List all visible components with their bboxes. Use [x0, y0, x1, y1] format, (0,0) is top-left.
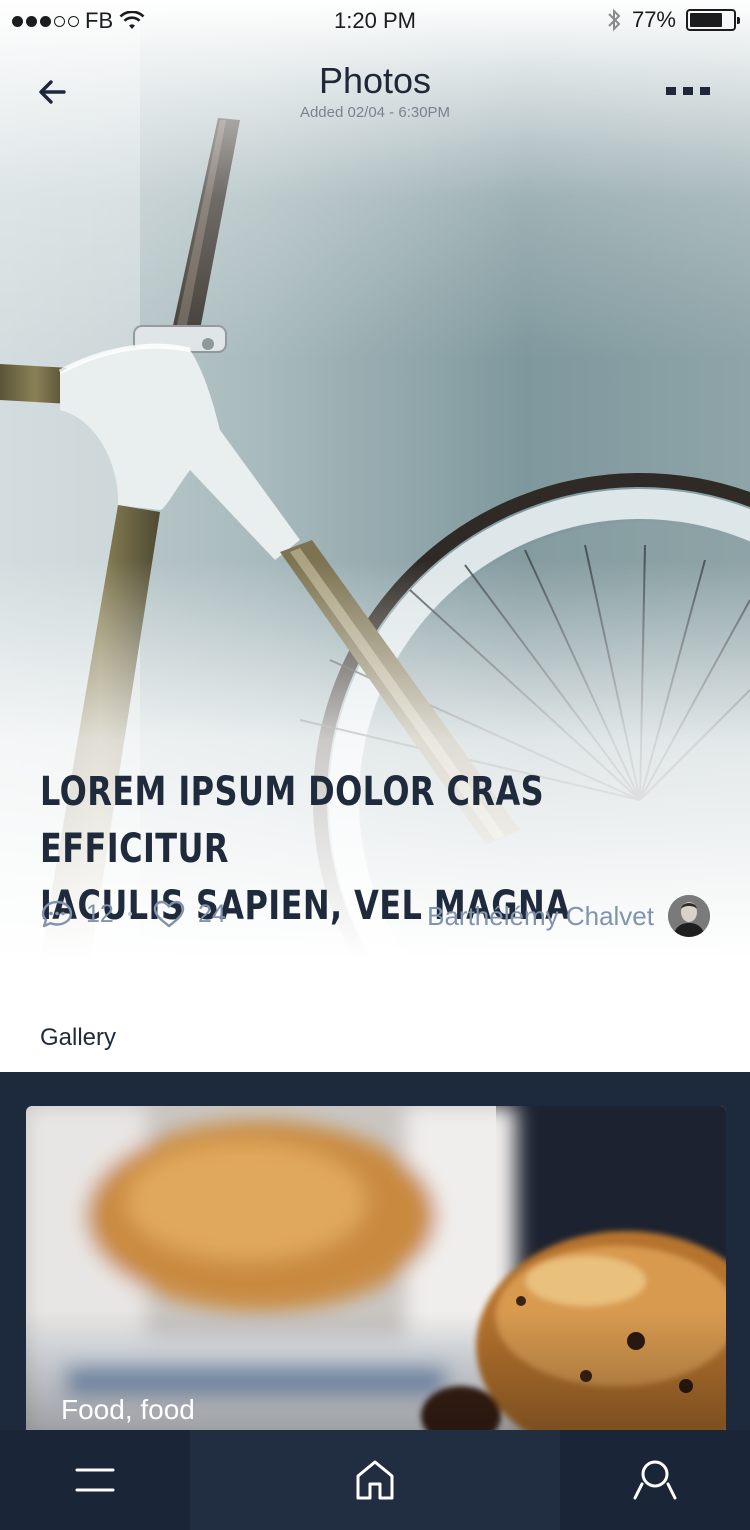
gallery-card-caption: Food, food [61, 1394, 195, 1425]
search-icon [633, 1460, 677, 1500]
gallery-section: Food, food [0, 1072, 750, 1430]
tab-home[interactable] [190, 1430, 560, 1530]
gallery-heading: Gallery [40, 1024, 117, 1051]
headline-line-1: LOREM IPSUM DOLOR CRAS EFFICITUR [40, 769, 545, 872]
comments-count: 12 [86, 899, 114, 928]
meta-separator [128, 912, 132, 916]
battery-percent: 77% [631, 7, 676, 32]
tab-bar [0, 1430, 750, 1530]
status-right: 77% [606, 7, 740, 33]
menu-icon [75, 1468, 115, 1492]
pastry-photo [26, 1106, 726, 1430]
comments-button[interactable]: 12 [40, 899, 114, 929]
bluetooth-icon [608, 8, 621, 32]
tab-menu[interactable] [0, 1430, 190, 1530]
battery-fill [690, 13, 723, 27]
status-bar: FB 1:20 PM 77% [0, 0, 750, 40]
likes-button[interactable]: 24 [152, 899, 226, 929]
author-name[interactable]: Barthélémy Chalvet [427, 901, 654, 932]
battery-icon [686, 9, 740, 31]
author-avatar-image [668, 895, 710, 937]
gallery-card[interactable]: Food, food [26, 1106, 726, 1430]
comment-icon [41, 900, 73, 928]
page-title: Photos [318, 60, 432, 101]
home-icon [356, 1460, 394, 1500]
heart-icon [153, 900, 185, 928]
article-meta: 12 24 Barthélémy Chalvet [40, 893, 710, 939]
tab-search[interactable] [560, 1430, 750, 1530]
likes-count: 24 [198, 899, 226, 928]
page-subtitle: Added 02/04 - 6:30PM [299, 104, 451, 121]
avatar[interactable] [668, 895, 710, 937]
more-dots-icon[interactable] [664, 78, 712, 104]
